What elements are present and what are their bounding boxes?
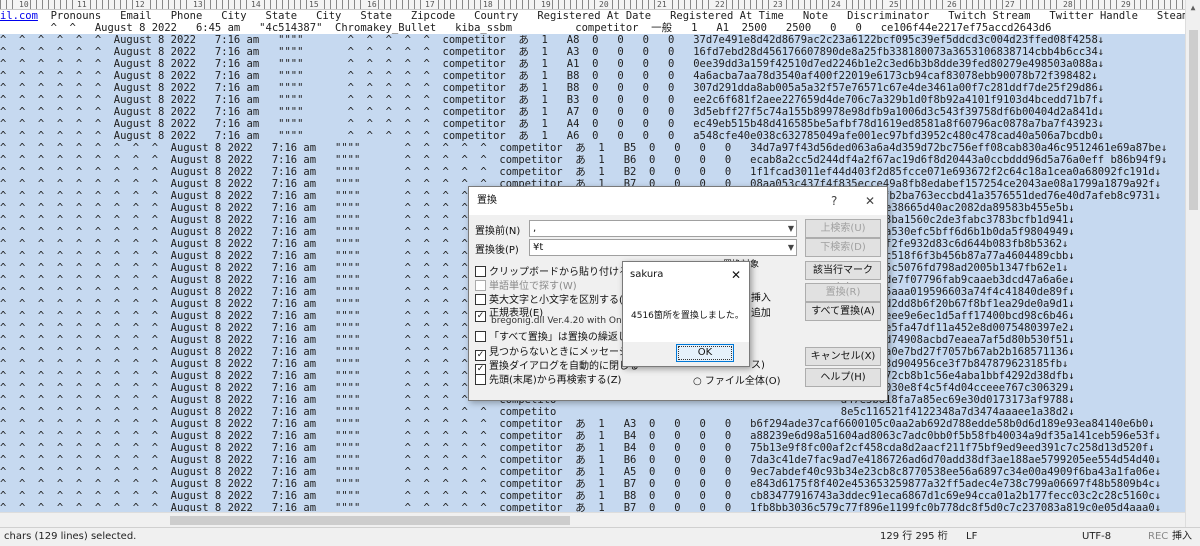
- ruler-mark: 20: [598, 0, 610, 9]
- checkbox-icon[interactable]: [475, 266, 486, 277]
- checkbox-icon[interactable]: [475, 331, 486, 342]
- ruler-mark: 11: [76, 0, 88, 9]
- search-up-button[interactable]: 上検索(U): [805, 219, 881, 238]
- text-line: ^ ^ ^ ^ ^ ^ August 8 2022 7:16 am """" ^…: [0, 82, 1185, 94]
- message-box-title: sakura: [630, 269, 664, 280]
- close-icon[interactable]: ✕: [731, 262, 741, 288]
- message-text: 4516箇所を置換しました。: [623, 288, 749, 342]
- cancel-button[interactable]: キャンセル(X): [805, 347, 881, 366]
- horizontal-scrollbar[interactable]: [0, 512, 1185, 527]
- scope-option-partial[interactable]: ス): [751, 356, 765, 371]
- text-line: ^ ^ ^ ^ ^ ^ August 8 2022 7:16 am """" ^…: [0, 58, 1185, 70]
- ruler-mark: 29: [1120, 0, 1132, 9]
- close-icon[interactable]: ✕: [865, 187, 875, 215]
- replace-dialog-title: 置換: [477, 195, 497, 206]
- vertical-scrollbar[interactable]: ▲: [1185, 0, 1200, 527]
- option-checkbox[interactable]: 単語単位で探す(W): [475, 277, 577, 292]
- text-line: ^ ^ ^ ^ ^ ^ ^ ^ ^ August 8 2022 7:16 am …: [0, 154, 1185, 166]
- text-line: ^ ^ ^ ^ ^ ^ August 8 2022 7:16 am """" ^…: [0, 130, 1185, 142]
- ok-button[interactable]: OK: [676, 344, 734, 362]
- whole-file-radio[interactable]: ○ ファイル全体(O): [693, 372, 781, 387]
- text-line: ^ ^ ^ ^ ^ ^ ^ ^ ^ August 8 2022 7:16 am …: [0, 406, 1185, 418]
- ruler-mark: 25: [888, 0, 900, 9]
- ruler-mark: 17: [424, 0, 436, 9]
- text-line: ^ ^ ^ ^ ^ ^ ^ ^ ^ August 8 2022 7:16 am …: [0, 490, 1185, 502]
- append-option-partial[interactable]: )追加: [747, 304, 771, 319]
- replace-all-button[interactable]: すべて置換(A): [805, 302, 881, 321]
- help-button[interactable]: ヘルプ(H): [805, 368, 881, 387]
- checkmark-icon[interactable]: ✓: [475, 311, 486, 322]
- ruler-mark: 23: [772, 0, 784, 9]
- text-line: ^ ^ ^ ^ ^ ^ ^ ^ ^ August 8 2022 7:16 am …: [0, 442, 1185, 454]
- selection-status: chars (129 lines) selected.: [4, 531, 137, 542]
- status-bar: chars (129 lines) selected. 129 行 295 桁 …: [0, 527, 1200, 546]
- ruler-mark: 13: [192, 0, 204, 9]
- replace-input[interactable]: ¥t ▼: [529, 239, 797, 256]
- option-label: 「すべて置換」は置換の繰返し(I): [489, 332, 639, 343]
- rec-indicator: REC: [1148, 531, 1169, 542]
- line-ending: LF: [966, 531, 978, 542]
- ruler-mark: 21: [656, 0, 668, 9]
- chevron-down-icon[interactable]: ▼: [788, 240, 794, 255]
- text-line: ^ ^ ^ ^ ^ ^ ^ ^ ^ August 8 2022 7:16 am …: [0, 430, 1185, 442]
- text-line: ^ ^ ^ ^ ^ ^ August 8 2022 7:16 am """" ^…: [0, 46, 1185, 58]
- ruler-mark: 14: [250, 0, 262, 9]
- text-line: ^ ^ ^ ^ ^ ^ ^ ^ ^ August 8 2022 7:16 am …: [0, 166, 1185, 178]
- text-line: ^ ^ ^ ^ ^ ^ ^ ^ ^ August 8 2022 7:16 am …: [0, 478, 1185, 490]
- vertical-scroll-thumb[interactable]: [1189, 30, 1198, 210]
- regex-lib-version: bregonig.dll Ver.4.20 with Onigm: [491, 316, 639, 326]
- replace-label: 置換後(P): [475, 245, 519, 256]
- ruler-mark: 15: [308, 0, 320, 9]
- option-label: 先頭(末尾)から再検索する(Z): [489, 375, 622, 386]
- email-link[interactable]: il.com: [0, 10, 38, 22]
- chevron-down-icon[interactable]: ▼: [788, 221, 794, 236]
- option-checkbox[interactable]: 「すべて置換」は置換の繰返し(I): [475, 328, 639, 343]
- message-box-titlebar[interactable]: sakura ✕: [623, 262, 749, 288]
- text-line: ^ ^ ^ ^ ^ ^ ^ ^ ^ August 8 2022 7:16 am …: [0, 466, 1185, 478]
- find-input[interactable]: , ▼: [529, 220, 797, 237]
- horizontal-scroll-thumb[interactable]: [170, 516, 570, 525]
- ruler-mark: 18: [482, 0, 494, 9]
- first-data-line: ^ ^ August 8 2022 6:45 am "4c514387" Chr…: [0, 22, 1052, 34]
- ruler-mark: 22: [714, 0, 726, 9]
- replace-dialog-titlebar[interactable]: 置換 ? ✕: [469, 187, 887, 215]
- ruler-mark: 27: [1004, 0, 1016, 9]
- checkbox-icon[interactable]: [475, 280, 486, 291]
- text-line: ^ ^ ^ ^ ^ ^ August 8 2022 7:16 am """" ^…: [0, 106, 1185, 118]
- text-line: ^ ^ ^ ^ ^ ^ ^ ^ ^ August 8 2022 7:16 am …: [0, 454, 1185, 466]
- header-line: il.com Pronouns Email Phone City State C…: [0, 10, 1185, 22]
- find-label: 置換前(N): [475, 226, 521, 237]
- ruler-mark: 19: [540, 0, 552, 9]
- mark-lines-button[interactable]: 該当行マーク(B): [805, 261, 881, 293]
- insert-mode: 挿入: [1172, 531, 1192, 542]
- text-line: ^ ^ ^ ^ ^ ^ August 8 2022 7:16 am """" ^…: [0, 34, 1185, 46]
- option-checkbox[interactable]: クリップボードから貼り付ける(T): [475, 263, 643, 278]
- column-ruler: 10 11 12 13 14 15 16 17 18 19 20 21 22 23 24 25 26 27 28 29: [0, 0, 1185, 10]
- search-down-button[interactable]: 下検索(D): [805, 238, 881, 257]
- option-checkbox[interactable]: 先頭(末尾)から再検索する(Z): [475, 371, 621, 386]
- help-icon[interactable]: ?: [831, 187, 837, 215]
- ruler-mark: 10: [18, 0, 30, 9]
- ruler-mark: 12: [134, 0, 146, 9]
- text-line: ^ ^ ^ ^ ^ ^ August 8 2022 7:16 am """" ^…: [0, 118, 1185, 130]
- scroll-up-arrow-icon[interactable]: ▲: [1186, 0, 1200, 15]
- insert-option-partial[interactable]: )挿入: [747, 289, 771, 304]
- ruler-mark: 28: [1062, 0, 1074, 9]
- text-line: ^ ^ ^ ^ ^ ^ August 8 2022 7:16 am """" ^…: [0, 94, 1185, 106]
- checkbox-icon[interactable]: [475, 374, 486, 385]
- ruler-mark: 16: [366, 0, 378, 9]
- text-line: ^ ^ ^ ^ ^ ^ ^ ^ ^ August 8 2022 7:16 am …: [0, 418, 1185, 430]
- text-line: ^ ^ ^ ^ ^ ^ ^ ^ ^ August 8 2022 7:16 am …: [0, 142, 1185, 154]
- ruler-mark: 24: [830, 0, 842, 9]
- cursor-position: 129 行 295 桁: [880, 531, 948, 542]
- text-line: ^ ^ ^ ^ ^ ^ August 8 2022 7:16 am """" ^…: [0, 70, 1185, 82]
- encoding: UTF-8: [1082, 531, 1112, 542]
- ruler-mark: 26: [946, 0, 958, 9]
- result-message-box: sakura ✕ 4516箇所を置換しました。 OK: [622, 261, 750, 367]
- replace-button[interactable]: 置換(R): [805, 283, 881, 302]
